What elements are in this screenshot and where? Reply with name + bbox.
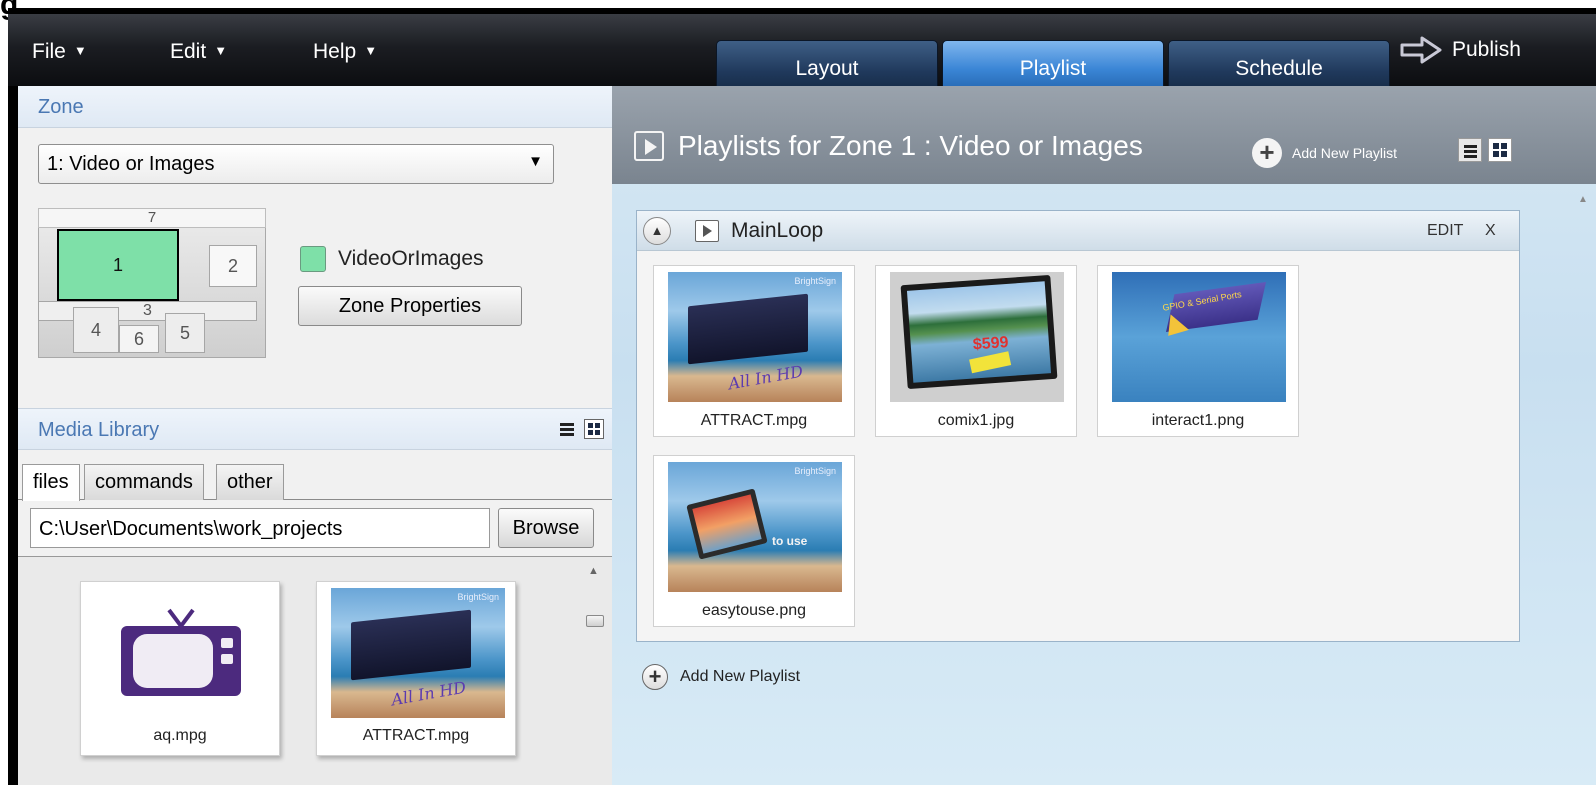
zone-1[interactable]: 1 [57,229,179,301]
thumb-brand-text: BrightSign [794,276,836,286]
plus-circle-icon: + [642,664,668,690]
tv-icon [121,608,241,696]
easytouse-thumbnail: BrightSign to use [668,462,842,592]
playlist-item[interactable]: GPIO & Serial Ports interact1.png [1097,265,1299,437]
media-item-name: aq.mpg [153,727,207,744]
chevron-down-icon: ▼ [364,43,378,58]
zone-7[interactable]: 7 [38,208,266,228]
top-menu-bar: File ▼ Edit ▼ Help ▼ Layout Playlist Schedu… [8,14,1596,98]
interact-thumbnail: GPIO & Serial Ports [1112,272,1286,402]
playlists-panel: Playlists for Zone 1 : Video or Images +… [612,86,1596,785]
dropdown-arrow-icon: ▼ [528,153,543,170]
zone-header: Zone [18,86,612,128]
grid-view-icon[interactable] [1488,138,1512,162]
add-new-playlist-button-top[interactable]: + Add New Playlist [1252,138,1397,168]
playlist-item-name: interact1.png [1151,412,1245,429]
zone-color-swatch [300,246,326,272]
attract-thumbnail: BrightSign All In HD [668,272,842,402]
zone-layout-preview[interactable]: 7 1 2 3 4 6 5 [38,208,266,358]
playlist-name: MainLoop [731,219,824,242]
device-image [688,293,808,365]
media-library-grid: aq.mpg BrightSign All In HD ATTRACT.mpg … [18,556,612,785]
grid-view-icon[interactable] [584,419,604,439]
plus-circle-icon: + [1252,138,1282,168]
playlist-view-toggle [1458,138,1512,162]
device-image [351,609,471,681]
thumb-script-text: All In HD [726,361,805,394]
menu-help-label: Help [313,40,357,63]
playlist-item-name: ATTRACT.mpg [700,412,808,429]
menu-edit-label: Edit [170,40,207,63]
frame-image: $599 [900,274,1058,390]
lake-image: $599 [906,281,1052,383]
add-new-playlist-label: Add New Playlist [680,668,801,685]
media-library-tabs: files commands other [18,464,612,501]
media-library-title: Media Library [38,419,160,441]
playlist-play-icon[interactable] [695,220,719,242]
publish-button[interactable]: Publish [1400,36,1521,64]
playlist-edit-button[interactable]: EDIT [1427,222,1463,240]
media-item[interactable]: BrightSign All In HD ATTRACT.mpg [316,581,516,756]
playlist-item[interactable]: $599 comix1.jpg [875,265,1077,437]
playlist-header: ▲ MainLoop EDIT X [637,211,1519,251]
publish-label: Publish [1452,38,1521,61]
chevron-down-icon: ▼ [214,43,228,58]
playlists-title-text: Playlists for Zone 1 : Video or Images [678,130,1143,161]
thumb-brand-text: BrightSign [457,592,499,602]
zone-6[interactable]: 6 [119,325,159,353]
playlist-item[interactable]: BrightSign All In HD ATTRACT.mpg [653,265,855,437]
menu-file[interactable]: File ▼ [32,40,87,64]
collapse-icon[interactable]: ▲ [643,217,671,245]
zone-properties-button[interactable]: Zone Properties [298,286,522,326]
chevron-down-icon: ▼ [73,43,87,58]
add-new-playlist-label: Add New Playlist [1292,145,1398,161]
zone-3[interactable]: 3 [38,301,257,321]
playlist-mainloop: ▲ MainLoop EDIT X BrightSign All In HD A… [636,210,1520,642]
scrollbar-thumb[interactable] [586,615,604,627]
scroll-up-arrow-icon[interactable]: ▲ [1578,194,1588,205]
playlist-remove-button[interactable]: X [1485,222,1496,240]
zone-dropdown[interactable]: 1: Video or Images ▼ [38,144,554,184]
library-scrollbar[interactable]: ▲ [584,559,606,779]
zone-type-label: VideoOrImages [338,247,484,270]
media-item[interactable]: aq.mpg [80,581,280,756]
zone-4[interactable]: 4 [73,307,119,353]
publish-arrow-icon [1400,36,1442,64]
screen-image [692,494,762,554]
media-item-name: ATTRACT.mpg [362,727,470,744]
playlist-item-name: comix1.jpg [937,412,1015,429]
folder-path-field[interactable]: C:\User\Documents\work_projects [30,508,490,548]
tab-other[interactable]: other [216,464,284,500]
scroll-up-arrow-icon[interactable]: ▲ [588,565,599,577]
browse-button[interactable]: Browse [498,508,594,548]
playlists-header: Playlists for Zone 1 : Video or Images +… [612,86,1596,184]
zone-dropdown-value: 1: Video or Images [47,153,215,175]
tab-files[interactable]: files [22,464,80,501]
attract-thumbnail: BrightSign All In HD [331,588,505,718]
playlist-item[interactable]: BrightSign to use easytouse.png [653,455,855,627]
comix-thumbnail: $599 [890,272,1064,402]
play-icon[interactable] [634,131,664,161]
playlists-title: Playlists for Zone 1 : Video or Images [634,130,1143,162]
thumb-easy-text: to use [772,534,808,548]
zone-2[interactable]: 2 [209,245,257,287]
sign-shape [969,351,1012,374]
list-view-icon[interactable] [1458,138,1482,162]
tab-commands[interactable]: commands [84,464,204,500]
zone-5[interactable]: 5 [165,313,205,353]
media-library-header: Media Library [18,408,612,450]
menu-help[interactable]: Help ▼ [313,40,377,64]
menu-file-label: File [32,40,66,63]
library-view-toggle [558,419,604,439]
touchscreen-image [686,488,768,560]
thumb-script-text: All In HD [389,677,468,710]
playlist-item-name: easytouse.png [701,602,807,619]
thumb-brand-text: BrightSign [794,466,836,476]
menu-edit[interactable]: Edit ▼ [170,40,227,64]
add-new-playlist-button-bottom[interactable]: + Add New Playlist [642,664,800,690]
list-view-icon[interactable] [558,419,578,439]
left-panel: Zone 1: Video or Images ▼ 7 1 2 3 4 6 5 … [18,86,612,785]
